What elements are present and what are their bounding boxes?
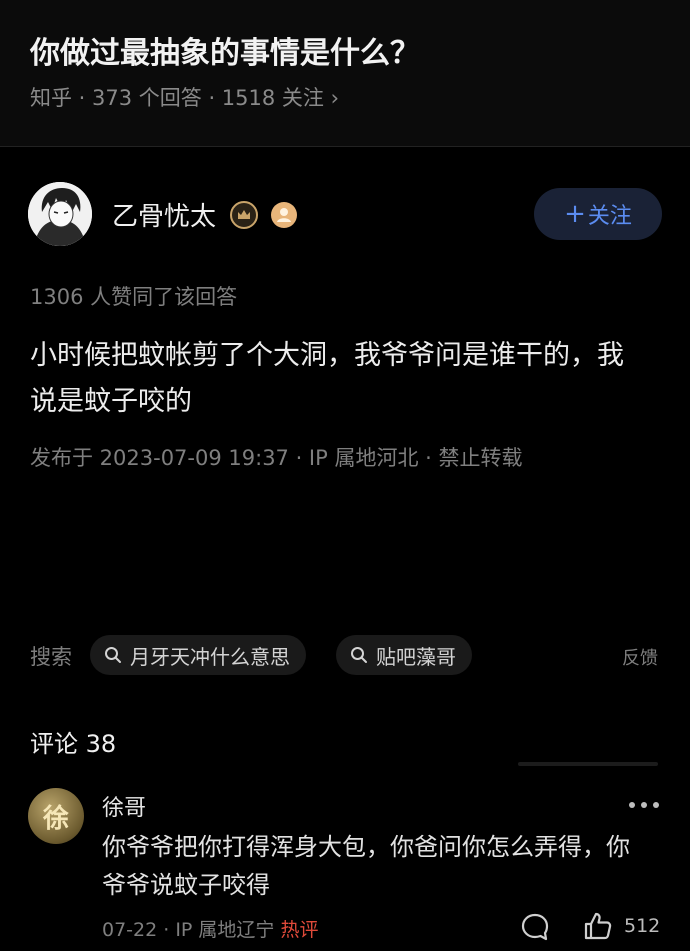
user-badge-icon	[271, 202, 297, 228]
reply-icon[interactable]	[520, 912, 550, 942]
search-chip[interactable]: 月牙天冲什么意思	[90, 635, 306, 675]
answer-body: 小时候把蚊帐剪了个大洞，我爷爷问是谁干的，我说是蚊子咬的	[30, 340, 624, 417]
commenter-name[interactable]: 徐哥	[102, 790, 146, 822]
comment-date-ip: 07-22 · IP 属地辽宁	[102, 919, 275, 941]
commenter-avatar[interactable]: 徐	[28, 788, 84, 844]
search-icon	[351, 647, 367, 663]
crown-badge-icon	[230, 201, 258, 229]
search-icon	[105, 647, 121, 663]
comment-text: 你爷爷把你打得浑身大包，你爸问你怎么弄得，你爷爷说蚊子咬得	[102, 833, 630, 899]
follow-button-label: 关注	[587, 204, 632, 229]
search-chip[interactable]: 贴吧藻哥	[336, 635, 472, 675]
more-icon[interactable]	[626, 800, 662, 810]
sort-control-faint	[518, 762, 658, 766]
follow-button[interactable]: + 关注	[534, 188, 662, 240]
like-count: 512	[624, 915, 661, 937]
commenter-avatar-char: 徐	[42, 803, 69, 834]
comment-meta: 07-22 · IP 属地辽宁 热评	[102, 915, 319, 942]
search-label: 搜索	[30, 645, 72, 669]
author-avatar-image	[28, 182, 92, 246]
hot-comment-tag: 热评	[280, 919, 319, 941]
question-meta-link[interactable]: 知乎 · 373 个回答 · 1518 关注 ›	[30, 82, 339, 112]
comments-title: 评论 38	[30, 730, 117, 758]
feedback-link[interactable]: 反馈	[622, 644, 658, 670]
plus-icon: +	[564, 199, 586, 229]
thumbs-up-icon[interactable]	[582, 910, 614, 942]
search-chip-label: 贴吧藻哥	[376, 644, 456, 669]
author-name[interactable]: 乙骨忧太	[112, 196, 216, 233]
question-title: 你做过最抽象的事情是什么？	[30, 36, 420, 71]
search-chip-label: 月牙天冲什么意思	[130, 644, 290, 669]
author-avatar[interactable]	[28, 182, 92, 246]
publish-info: 发布于 2023-07-09 19:37 · IP 属地河北 · 禁止转载	[30, 446, 523, 470]
agree-count: 1306 人赞同了该回答	[30, 285, 238, 309]
question-header: 你做过最抽象的事情是什么？ 知乎 · 373 个回答 · 1518 关注 ›	[0, 0, 690, 147]
